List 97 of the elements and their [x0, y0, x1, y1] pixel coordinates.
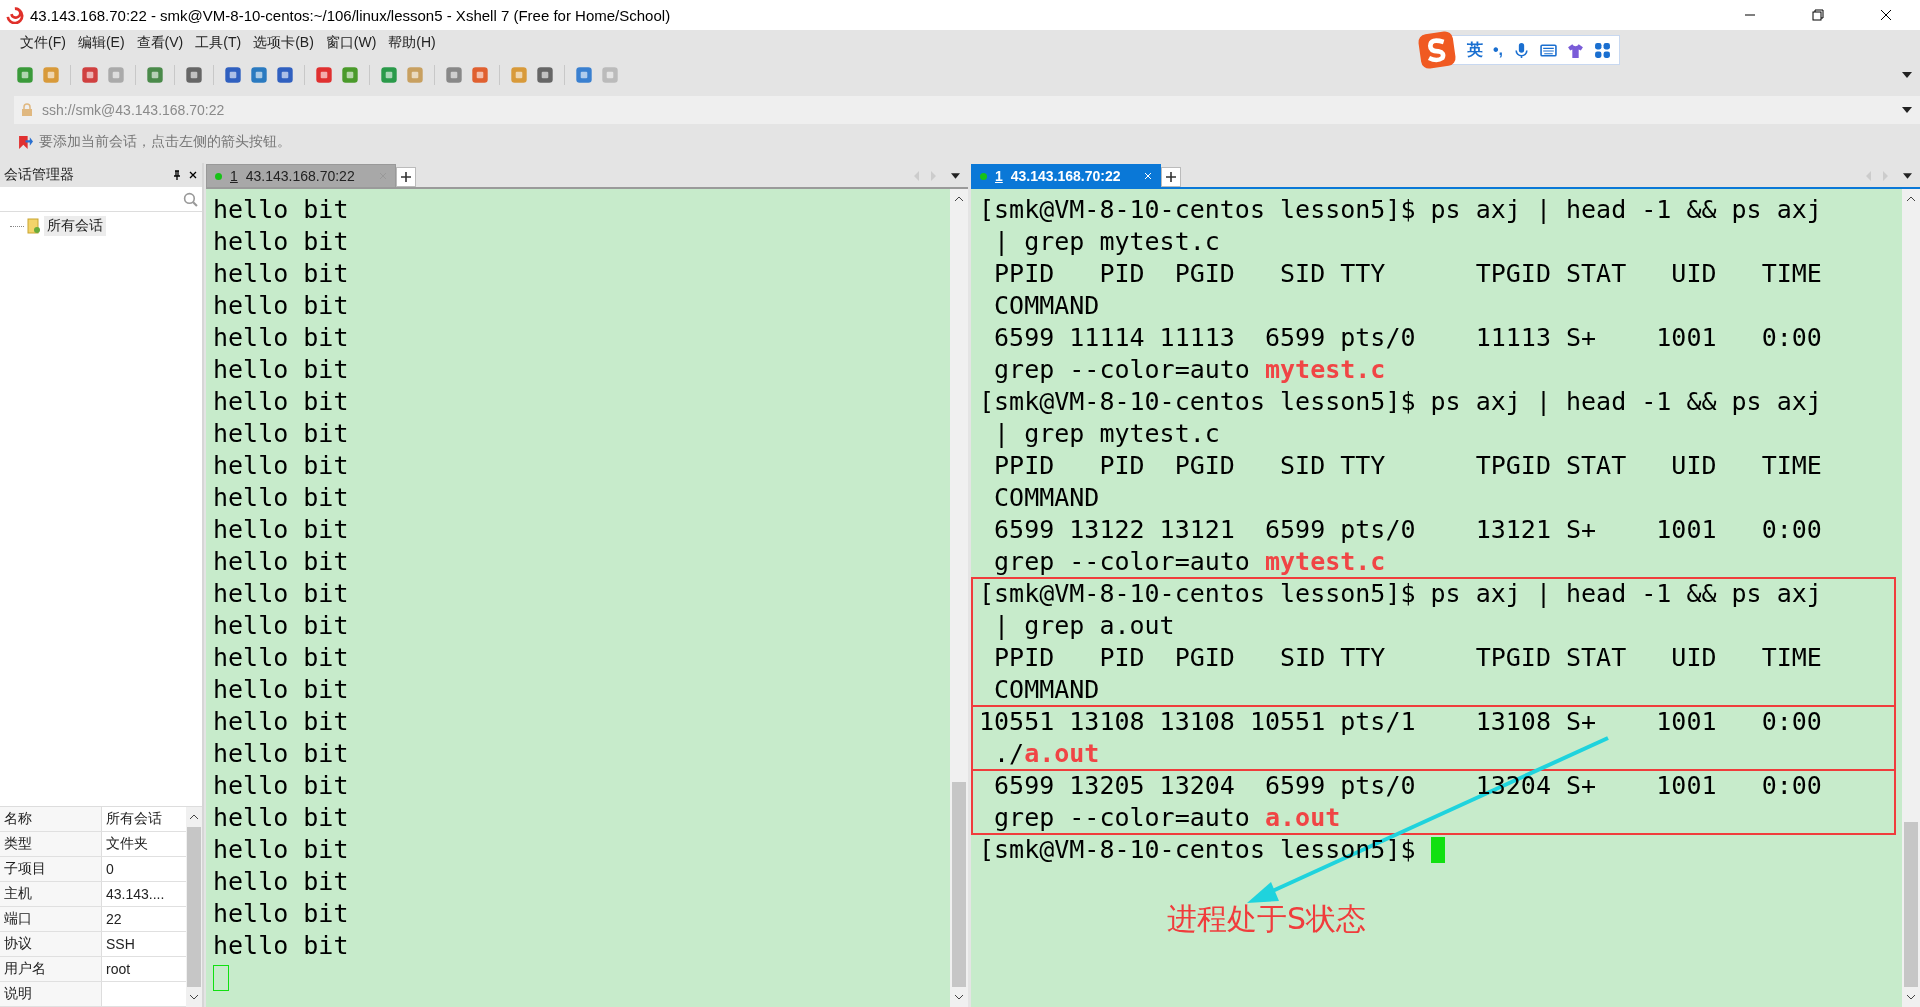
menu-item[interactable]: 查看(V)	[130, 34, 190, 52]
grid-icon[interactable]	[1594, 41, 1611, 59]
terminal-line: hello bit	[213, 386, 349, 418]
terminal-line: PPID PID PGID SID TTY TPGID STAT UID TIME	[993, 450, 1822, 482]
plus-icon	[400, 172, 411, 182]
dropdown-icon[interactable]	[1902, 107, 1912, 113]
scrollbar-thumb[interactable]	[952, 782, 966, 987]
terminal-line: 6599 11114 11113 6599 pts/0 11113 S+ 1001 0:00	[993, 322, 1822, 354]
terminal-line: hello bit	[213, 258, 349, 290]
new-tab-button[interactable]	[1161, 167, 1182, 187]
terminal-line: grep --color=auto a.out	[993, 802, 1341, 834]
scrollbar-thumb[interactable]	[187, 827, 201, 987]
property-name: 类型	[0, 832, 102, 856]
terminal-line: [smk@VM-8-10-centos lesson5]$ ps axj | head -1 && ps axj	[979, 386, 1822, 418]
dropdown-icon[interactable]	[951, 173, 960, 179]
menu-item[interactable]: 文件(F)	[14, 34, 72, 52]
terminal-line: hello bit	[213, 674, 349, 706]
terminal-line: 6599 13122 13121 6599 pts/0 13121 S+ 1001 0:00	[993, 514, 1822, 546]
terminal-line: COMMAND	[993, 290, 1100, 322]
property-name: 主机	[0, 882, 102, 906]
ime-mode[interactable]: 英	[1466, 39, 1483, 61]
terminal-line: hello bit	[213, 418, 349, 450]
terminal-line: hello bit	[213, 578, 349, 610]
pin-icon[interactable]	[172, 170, 182, 180]
terminal-line: hello bit	[213, 514, 349, 546]
terminal-line: PPID PID PGID SID TTY TPGID STAT UID TIME	[993, 258, 1822, 290]
terminal-line: PPID PID PGID SID TTY TPGID STAT UID TIME	[993, 642, 1822, 674]
new-tab-button[interactable]	[395, 167, 416, 187]
terminal-line: | grep a.out	[993, 610, 1175, 642]
annotation-text: 进程处于S状态	[1167, 903, 1367, 935]
terminal-line: hello bit	[213, 770, 349, 802]
tree-item[interactable]: 所有会话	[44, 216, 106, 236]
terminal-line: COMMAND	[993, 482, 1100, 514]
menu-item[interactable]: 工具(T)	[189, 34, 248, 52]
property-name: 名称	[0, 807, 102, 831]
panel-title: 会话管理器	[4, 166, 74, 184]
terminal-line: hello bit	[213, 322, 349, 354]
property-name: 协议	[0, 932, 102, 956]
microphone-icon[interactable]	[1513, 41, 1530, 59]
hint-text: 要添加当前会话，点击左侧的箭头按钮。	[39, 133, 291, 151]
scrollbar[interactable]	[950, 189, 968, 1007]
property-name: 子项目	[0, 857, 102, 881]
terminal-line: hello bit	[213, 642, 349, 674]
terminal-line: hello bit	[213, 866, 349, 898]
terminal-line: [smk@VM-8-10-centos lesson5]$ ps axj | head -1 && ps axj	[979, 578, 1822, 610]
terminal-line: | grep mytest.c	[993, 418, 1220, 450]
terminal-line: grep --color=auto mytest.c	[993, 546, 1386, 578]
session-tab[interactable]: 1 43.143.168.70:22	[206, 164, 396, 187]
terminal-line: hello bit	[213, 930, 349, 962]
menu-item[interactable]: 窗口(W)	[319, 34, 383, 52]
terminal-line: COMMAND	[993, 674, 1100, 706]
terminal-line: [smk@VM-8-10-centos lesson5]$ ps axj | head -1 && ps axj	[979, 194, 1822, 226]
plus-icon	[1166, 172, 1177, 182]
terminal-line: hello bit	[213, 546, 349, 578]
terminal-line: hello bit	[213, 834, 349, 866]
dropdown-icon[interactable]	[1902, 72, 1912, 78]
terminal-line: 10551 13108 13108 10551 pts/1 13108 S+ 1001 0:00	[979, 706, 1822, 738]
terminal-line: hello bit	[213, 738, 349, 770]
terminal-line: hello bit	[213, 226, 349, 258]
terminal-line: hello bit	[213, 610, 349, 642]
terminal-line: ./a.out	[993, 738, 1100, 770]
property-name: 用户名	[0, 957, 102, 981]
status-dot-icon	[215, 172, 222, 180]
terminal-line: hello bit	[213, 482, 349, 514]
scrollbar[interactable]	[1902, 189, 1920, 1007]
terminal-line: hello bit	[213, 898, 349, 930]
shirt-icon[interactable]	[1567, 41, 1584, 59]
menu-item[interactable]: 选项卡(B)	[247, 34, 320, 52]
menu-item[interactable]: 帮助(H)	[382, 34, 442, 52]
scroll-up-icon[interactable]	[189, 814, 199, 820]
scrollbar-thumb[interactable]	[1904, 822, 1918, 987]
terminal-line: hello bit	[213, 354, 349, 386]
scroll-down-icon[interactable]	[1906, 994, 1916, 1000]
app-logo-icon	[6, 6, 24, 24]
window-title: 43.143.168.70:22 - smk@VM-8-10-centos:~/106/linux/lesson5 - Xshell 7 (Free for Home/School)	[30, 6, 671, 24]
terminal-line: hello bit	[213, 450, 349, 482]
scroll-up-icon[interactable]	[954, 196, 964, 202]
terminal-line: grep --color=auto mytest.c	[993, 354, 1386, 386]
scroll-down-icon[interactable]	[189, 994, 199, 1000]
terminal-line: hello bit	[213, 194, 349, 226]
menu-item[interactable]: 编辑(E)	[71, 34, 131, 52]
terminal-line: hello bit	[213, 706, 349, 738]
ime-logo-icon[interactable]	[1416, 30, 1457, 70]
property-name: 说明	[0, 982, 102, 1006]
scrollbar[interactable]	[186, 807, 202, 1007]
ime-punctuation[interactable]: •,	[1492, 41, 1503, 59]
property-name: 端口	[0, 907, 102, 931]
scroll-up-icon[interactable]	[1906, 196, 1916, 202]
terminal-line: hello bit	[213, 802, 349, 834]
dropdown-icon[interactable]	[1903, 173, 1912, 179]
terminal-line: hello bit	[213, 290, 349, 322]
status-dot-icon	[980, 172, 987, 180]
scroll-down-icon[interactable]	[954, 994, 964, 1000]
flag-icon	[18, 134, 33, 150]
session-tab[interactable]: 1 43.143.168.70:22	[971, 164, 1162, 187]
close-icon[interactable]	[188, 170, 198, 180]
terminal-line: | grep mytest.c	[993, 226, 1220, 258]
